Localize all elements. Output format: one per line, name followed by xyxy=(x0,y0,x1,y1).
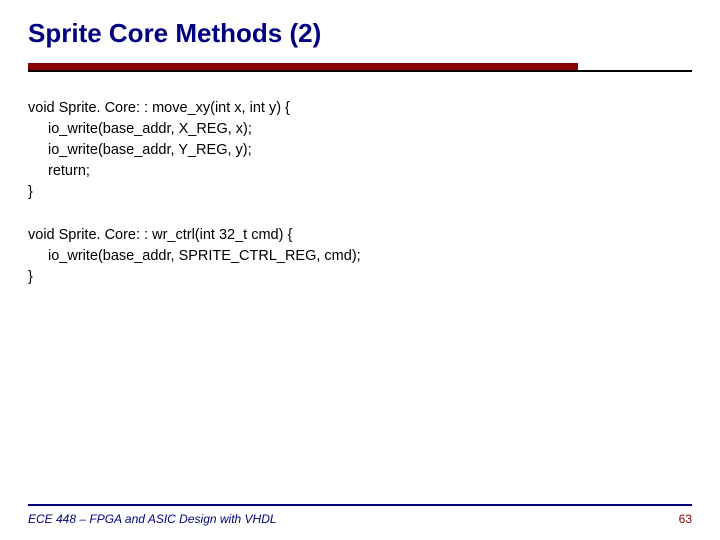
code-line: io_write(base_addr, SPRITE_CTRL_REG, cmd… xyxy=(28,246,692,267)
code-block-wr-ctrl: void Sprite. Core: : wr_ctrl(int 32_t cm… xyxy=(28,225,692,288)
code-line: io_write(base_addr, X_REG, x); xyxy=(28,119,692,140)
slide-title: Sprite Core Methods (2) xyxy=(28,18,692,49)
page-number: 63 xyxy=(679,512,692,526)
code-line: void Sprite. Core: : wr_ctrl(int 32_t cm… xyxy=(28,225,692,246)
footer-row: ECE 448 – FPGA and ASIC Design with VHDL… xyxy=(28,512,692,526)
code-line: } xyxy=(28,267,692,288)
title-divider xyxy=(28,63,692,72)
footer-divider xyxy=(28,504,692,506)
code-line: return; xyxy=(28,161,692,182)
code-line: io_write(base_addr, Y_REG, y); xyxy=(28,140,692,161)
code-block-move-xy: void Sprite. Core: : move_xy(int x, int … xyxy=(28,98,692,203)
footer-course-text: ECE 448 – FPGA and ASIC Design with VHDL xyxy=(28,512,277,526)
code-line: void Sprite. Core: : move_xy(int x, int … xyxy=(28,98,692,119)
code-line: } xyxy=(28,182,692,203)
divider-thin-line xyxy=(28,70,692,72)
slide-container: Sprite Core Methods (2) void Sprite. Cor… xyxy=(0,0,720,540)
slide-footer: ECE 448 – FPGA and ASIC Design with VHDL… xyxy=(0,504,720,526)
